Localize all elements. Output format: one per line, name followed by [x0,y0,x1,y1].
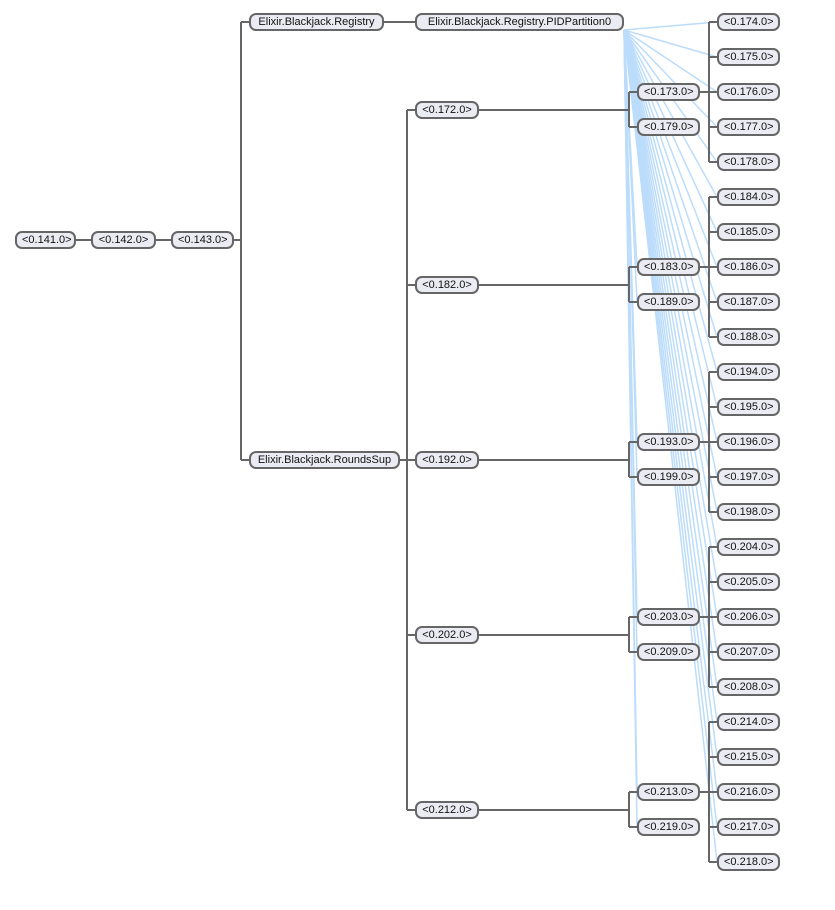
worker-node[interactable]: <0.179.0> [637,118,700,136]
leaf-node[interactable]: <0.217.0> [717,818,780,836]
group-node[interactable]: <0.182.0> [415,276,479,294]
worker-node[interactable]: <0.189.0> [637,293,700,311]
leaf-node[interactable]: <0.185.0> [717,223,780,241]
leaf-node[interactable]: <0.194.0> [717,363,780,381]
worker-node[interactable]: <0.203.0> [637,608,700,626]
leaf-node[interactable]: <0.216.0> [717,783,780,801]
group-node[interactable]: <0.192.0> [415,451,479,469]
leaf-node[interactable]: <0.177.0> [717,118,780,136]
leaf-node[interactable]: <0.176.0> [717,83,780,101]
worker-node[interactable]: <0.183.0> [637,258,700,276]
group-node[interactable]: <0.172.0> [415,101,479,119]
leaf-node[interactable]: <0.208.0> [717,678,780,696]
leaf-node[interactable]: <0.205.0> [717,573,780,591]
leaf-node[interactable]: <0.178.0> [717,153,780,171]
leaf-node[interactable]: <0.215.0> [717,748,780,766]
worker-node[interactable]: <0.199.0> [637,468,700,486]
leaf-node[interactable]: <0.196.0> [717,433,780,451]
worker-node[interactable]: <0.213.0> [637,783,700,801]
leaf-node[interactable]: <0.187.0> [717,293,780,311]
leaf-node[interactable]: <0.197.0> [717,468,780,486]
leaf-node[interactable]: <0.188.0> [717,328,780,346]
group-node[interactable]: <0.202.0> [415,626,479,644]
process-node[interactable]: <0.142.0> [91,231,156,249]
link-line [623,21,718,31]
leaf-node[interactable]: <0.206.0> [717,608,780,626]
process-node[interactable]: <0.143.0> [171,231,234,249]
registry-node[interactable]: Elixir.Blackjack.Registry [249,13,384,31]
partition-node[interactable]: Elixir.Blackjack.Registry.PIDPartition0 [415,13,624,31]
leaf-node[interactable]: <0.184.0> [717,188,780,206]
leaf-node[interactable]: <0.218.0> [717,853,780,871]
worker-node[interactable]: <0.219.0> [637,818,700,836]
group-node[interactable]: <0.212.0> [415,801,479,819]
leaf-node[interactable]: <0.204.0> [717,538,780,556]
worker-node[interactable]: <0.193.0> [637,433,700,451]
process-node[interactable]: <0.141.0> [15,231,76,249]
rounds-sup-node[interactable]: Elixir.Blackjack.RoundsSup [249,451,400,469]
leaf-node[interactable]: <0.195.0> [717,398,780,416]
worker-node[interactable]: <0.173.0> [637,83,700,101]
leaf-node[interactable]: <0.214.0> [717,713,780,731]
leaf-node[interactable]: <0.175.0> [717,48,780,66]
leaf-node[interactable]: <0.207.0> [717,643,780,661]
leaf-node[interactable]: <0.186.0> [717,258,780,276]
worker-node[interactable]: <0.209.0> [637,643,700,661]
leaf-node[interactable]: <0.198.0> [717,503,780,521]
leaf-node[interactable]: <0.174.0> [717,13,780,31]
